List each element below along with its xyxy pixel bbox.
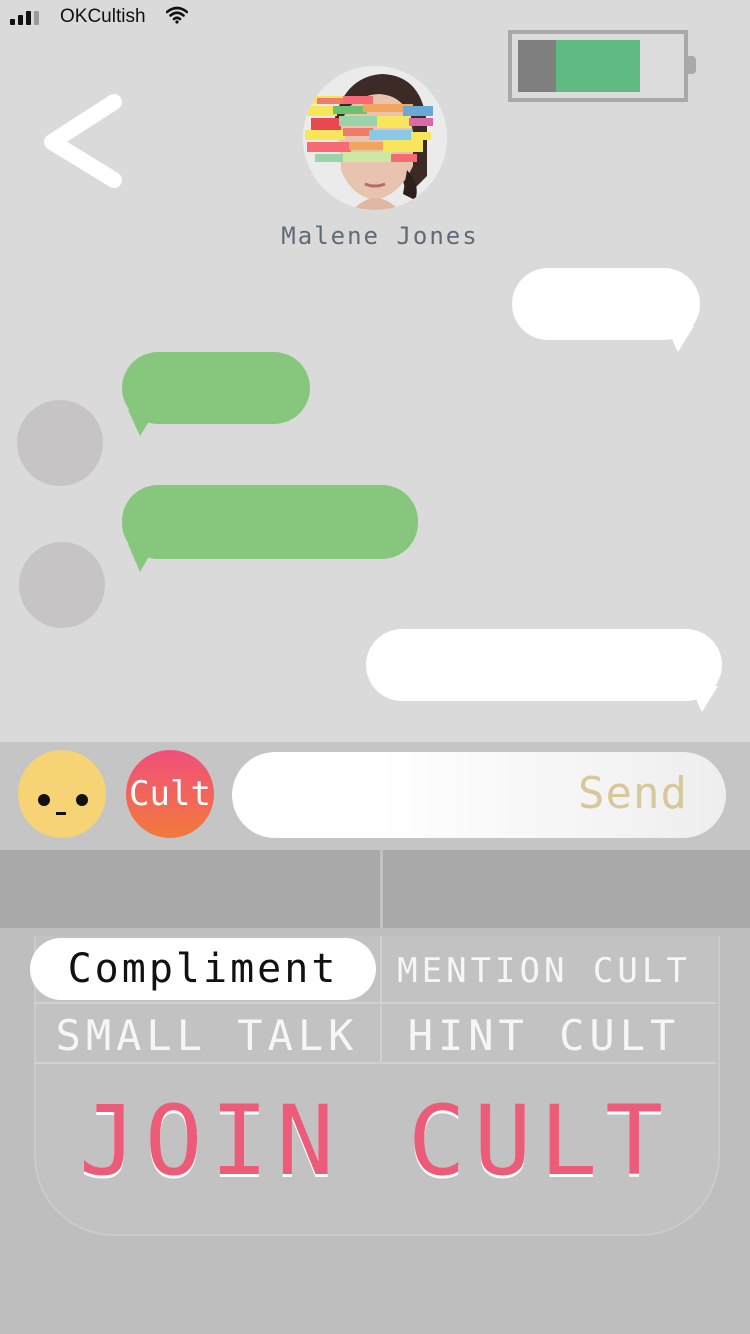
hint-cult-option[interactable]: HINT CULT [384,1004,704,1064]
tab-right[interactable] [383,850,750,928]
battery-fill [556,40,640,92]
contact-avatar[interactable] [303,66,447,210]
neutral-face-icon[interactable] [18,750,106,838]
battery-cap [686,56,696,74]
send-button[interactable]: Send [578,768,708,822]
mention-cult-option[interactable]: MENTION CULT [384,940,704,1002]
carrier-name: OKCultish [60,6,146,27]
battery-meter [508,30,688,102]
glitched-portrait-image [303,66,447,210]
contact-name: Malene Jones [281,222,479,250]
small-talk-option[interactable]: SMALL TALK [34,1004,380,1064]
outgoing-message-bubble[interactable] [366,629,722,701]
grid-divider [380,936,382,1062]
bubble-tail [128,410,156,436]
battery-empty-segment [518,40,556,92]
tab-left[interactable] [0,850,380,928]
sender-avatar-placeholder [19,542,105,628]
cult-button[interactable]: Cult [126,750,214,838]
compliment-option[interactable]: Compliment [30,938,376,1000]
sender-avatar-placeholder [17,400,103,486]
signal-bars-icon [10,11,39,25]
bubble-tail [128,544,156,572]
chevron-left-icon[interactable] [40,92,130,192]
bubble-tail [666,326,694,352]
bubble-tail [690,686,718,712]
wifi-icon [166,6,188,24]
incoming-message-bubble[interactable] [122,485,418,559]
join-cult-button[interactable]: JOIN CULT [36,1066,714,1216]
